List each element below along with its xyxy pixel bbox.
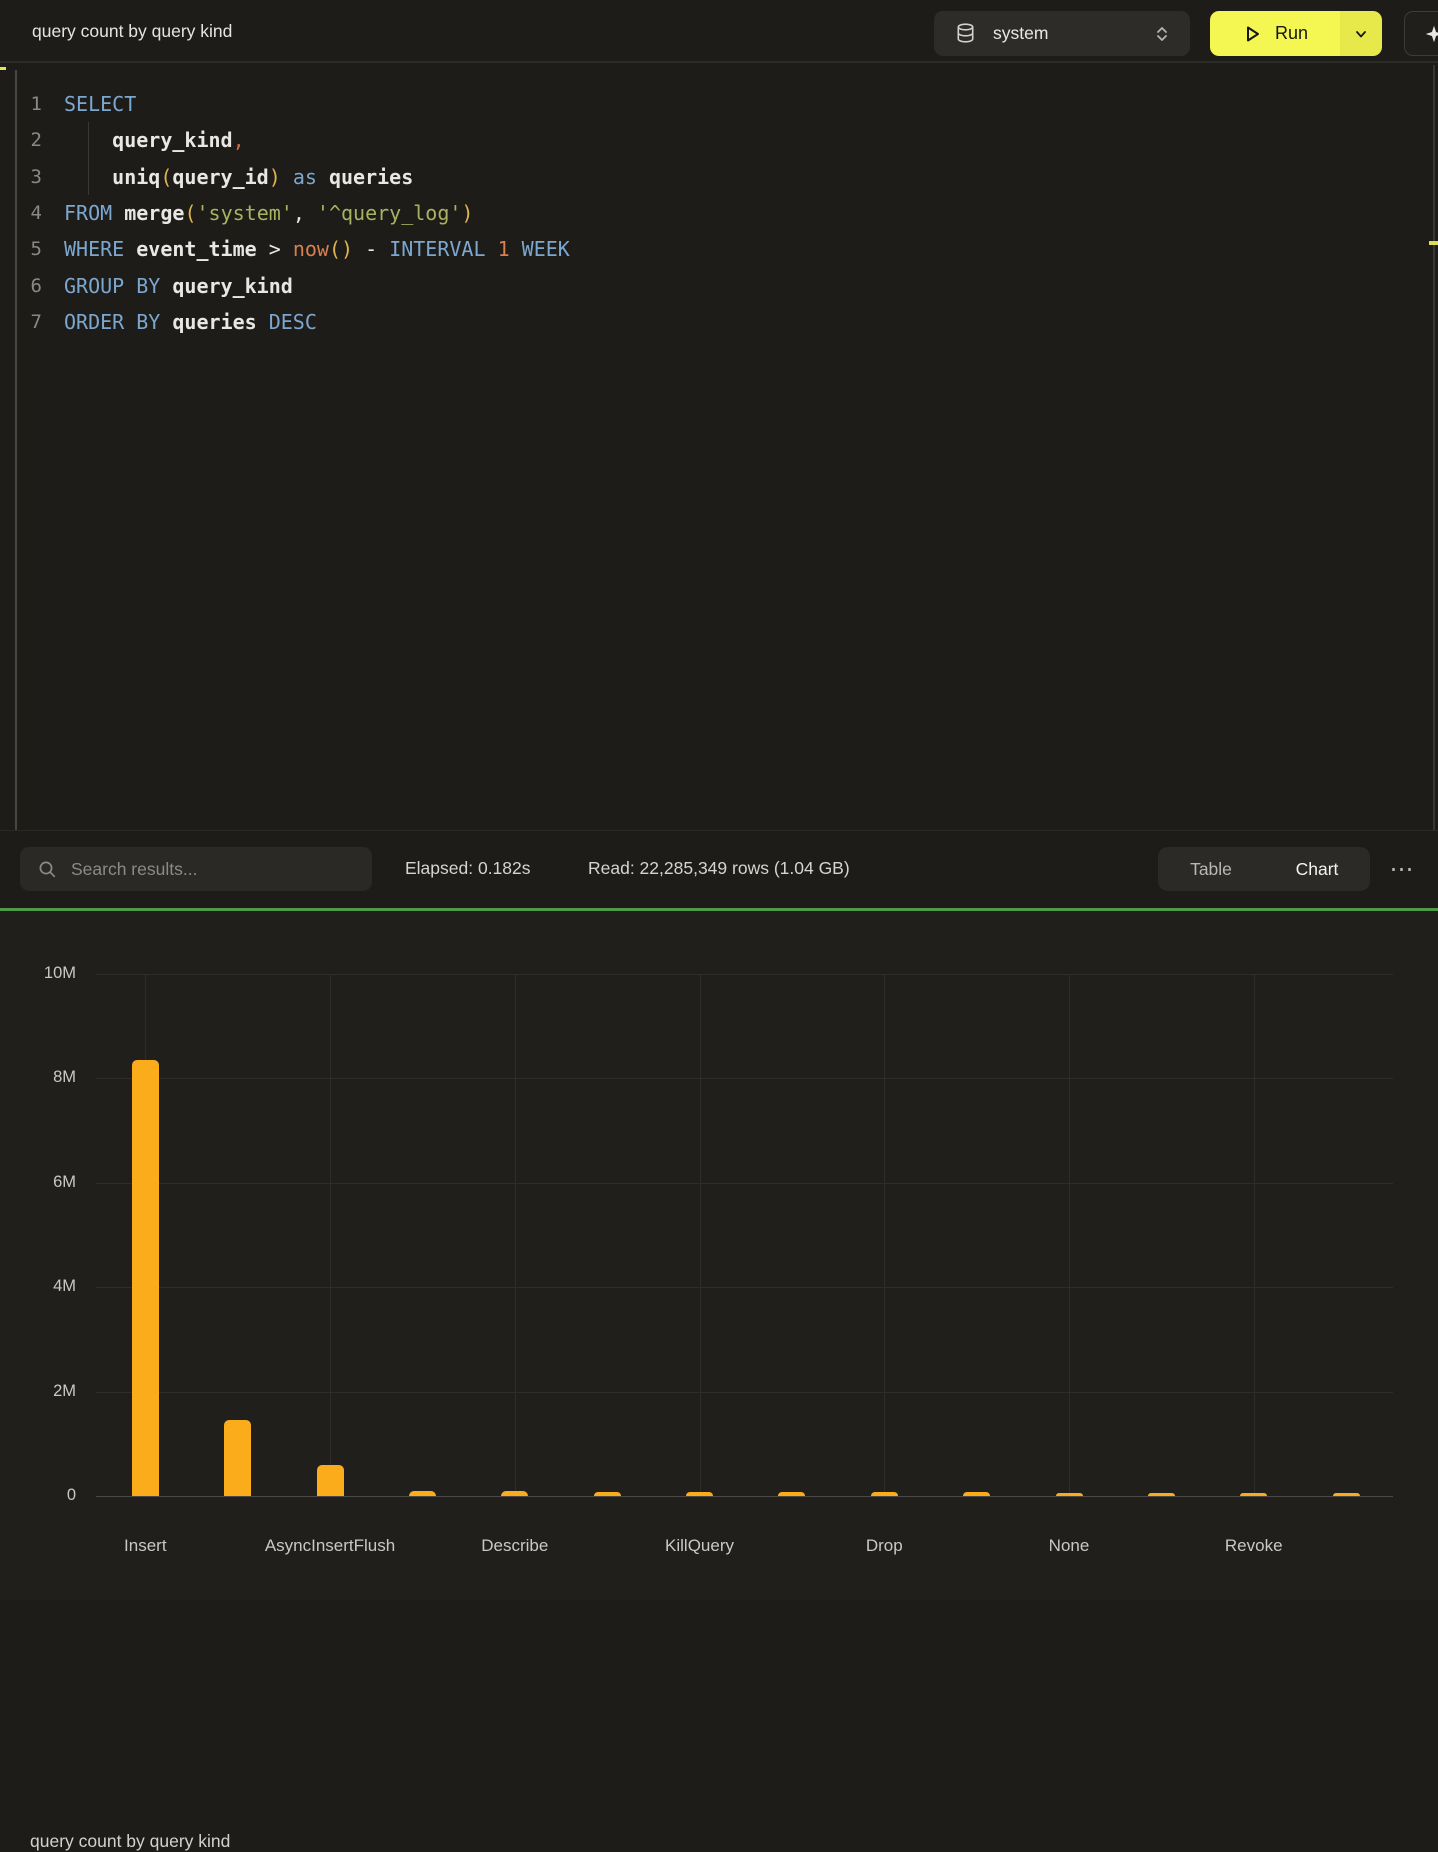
code-text: uniq(query_id) as queries <box>64 165 413 189</box>
table-view-button[interactable]: Table <box>1158 847 1264 891</box>
more-options-button[interactable]: ⋯ <box>1380 847 1424 891</box>
code-lines: 1SELECT2 query_kind,3 uniq(query_id) as … <box>0 86 1400 340</box>
chart-view-button[interactable]: Chart <box>1264 847 1370 891</box>
code-line: 4 FROM merge('system', '^query_log') <box>0 195 1400 231</box>
code-text: WHERE event_time > now() - INTERVAL 1 WE… <box>64 237 570 261</box>
database-name: system <box>993 23 1048 44</box>
run-button-group: Run <box>1210 11 1382 56</box>
line-number: 1 <box>0 93 42 115</box>
run-button-label: Run <box>1275 23 1308 44</box>
format-query-button[interactable] <box>1404 11 1438 56</box>
read-stat: Read: 22,285,349 rows (1.04 GB) <box>588 858 850 879</box>
line-number: 3 <box>0 166 42 188</box>
code-text: GROUP BY query_kind <box>64 274 293 298</box>
results-toolbar: Elapsed: 0.182s Read: 22,285,349 rows (1… <box>0 830 1438 908</box>
database-icon <box>956 23 975 44</box>
code-line: 5 WHERE event_time > now() - INTERVAL 1 W… <box>0 231 1400 267</box>
play-icon <box>1242 23 1262 45</box>
code-line: 6 GROUP BY query_kind <box>0 267 1400 303</box>
search-box <box>20 847 372 891</box>
code-line: 3 uniq(query_id) as queries <box>0 159 1400 195</box>
run-options-chevron[interactable] <box>1340 11 1382 56</box>
view-toggle: Table Chart <box>1158 847 1370 891</box>
run-button[interactable]: Run <box>1210 11 1340 56</box>
line-number: 6 <box>0 275 42 297</box>
sql-editor[interactable]: 1SELECT2 query_kind,3 uniq(query_id) as … <box>0 65 1438 830</box>
ruler-warning-marker <box>1429 241 1438 245</box>
code-line: 7 ORDER BY queries DESC <box>0 304 1400 340</box>
search-icon <box>38 860 57 879</box>
search-results-input[interactable] <box>57 847 372 891</box>
sparkle-icon <box>1423 23 1438 45</box>
chart-title: query count by query kind <box>30 1831 230 1852</box>
chevron-down-icon <box>1353 26 1369 42</box>
code-text: query_kind, <box>64 128 245 152</box>
line-number: 5 <box>0 238 42 260</box>
code-line: 1 SELECT <box>0 86 1400 122</box>
top-bar: query count by query kind system Run <box>0 0 1438 63</box>
active-query-dash <box>0 67 6 70</box>
query-tab-title: query count by query kind <box>32 21 232 42</box>
code-text: ORDER BY queries DESC <box>64 310 317 334</box>
line-number: 2 <box>0 129 42 151</box>
code-text: SELECT <box>64 92 136 116</box>
code-line: 2 query_kind, <box>0 122 1400 158</box>
chevron-updown-icon <box>1154 25 1170 43</box>
chart-panel: query count by query kind <box>0 911 1438 1600</box>
code-text: FROM merge('system', '^query_log') <box>64 201 473 225</box>
line-number: 7 <box>0 311 42 333</box>
line-number: 4 <box>0 202 42 224</box>
elapsed-stat: Elapsed: 0.182s <box>405 858 531 879</box>
database-selector[interactable]: system <box>934 11 1190 56</box>
